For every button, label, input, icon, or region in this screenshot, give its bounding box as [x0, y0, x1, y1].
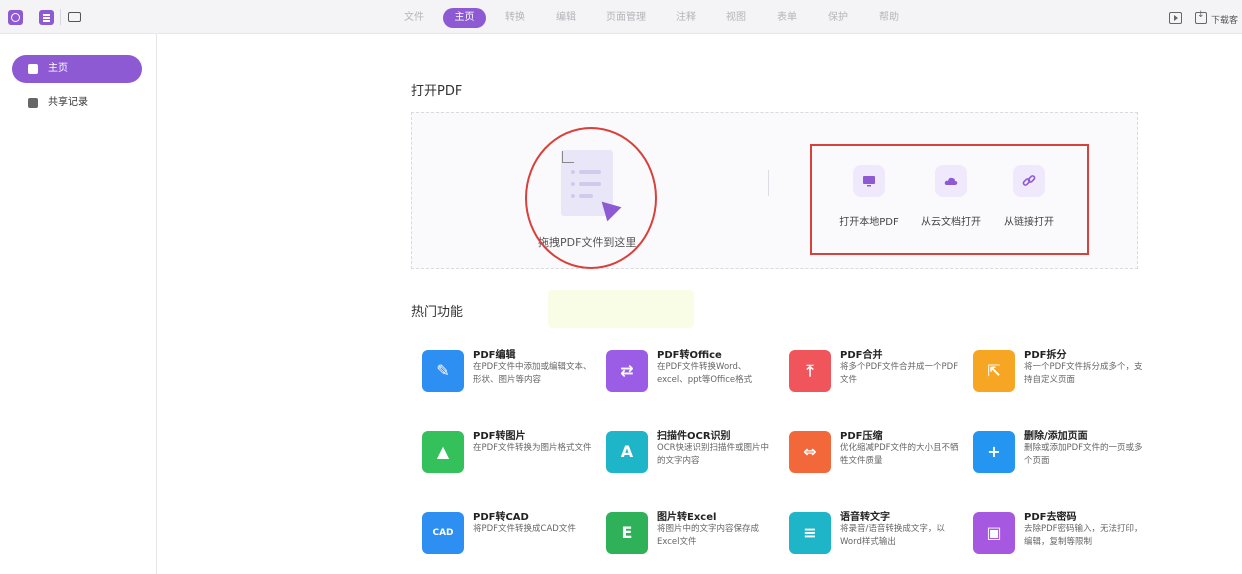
top-bar: 文件 主页 转换 编辑 页面管理 注释 视图 表单 保护 帮助 下载客 [0, 0, 1242, 34]
nav-view[interactable]: 视图 [716, 8, 756, 28]
app-logo-icon[interactable] [8, 10, 23, 25]
nav-convert[interactable]: 转换 [495, 8, 535, 28]
feature-glyph: ✎ [436, 361, 450, 380]
feature-title: PDF转图片 [473, 431, 526, 442]
sidebar: 主页 共享记录 [0, 34, 157, 574]
edit-icon: ✎ [422, 350, 464, 392]
feature-glyph: + [987, 442, 1001, 461]
feature-description: 将图片中的文字内容保存成Excel文件 [657, 524, 760, 547]
feature-title: 语音转文字 [840, 512, 890, 523]
nav-edit[interactable]: 编辑 [546, 8, 586, 28]
feature-glyph: ⤒ [806, 361, 814, 380]
feature-merge[interactable]: ⤒ PDF合并 将多个PDF文件合并成一个PDF文件 [789, 346, 959, 394]
nav-annotate[interactable]: 注释 [666, 8, 706, 28]
image-icon: ▲ [422, 431, 464, 473]
nav-form[interactable]: 表单 [767, 8, 807, 28]
feature-description: 在PDF文件转换Word、excel、ppt等Office格式 [657, 362, 753, 385]
feature-description: 在PDF文件中添加或编辑文本、形状、图片等内容 [473, 362, 592, 385]
feature-description: 在PDF文件转换为图片格式文件 [473, 443, 592, 453]
feature-compress[interactable]: ⇔ PDF压缩 优化缩减PDF文件的大小且不牺牲文件质量 [789, 427, 959, 475]
compress-icon: ⇔ [789, 431, 831, 473]
feature-add-page[interactable]: + 删除/添加页面 删除或添加PDF文件的一页或多个页面 [973, 427, 1143, 475]
feature-unlock[interactable]: ▣ PDF去密码 去除PDF密码输入，无法打印，编辑，复制等限制 [973, 508, 1143, 556]
excel-icon: E [606, 512, 648, 554]
menu-icon[interactable] [39, 10, 54, 25]
feature-edit[interactable]: ✎ PDF编辑 在PDF文件中添加或编辑文本、形状、图片等内容 [422, 346, 592, 394]
sidebar-item-label: 共享记录 [48, 97, 88, 108]
feature-title: PDF编辑 [473, 350, 516, 361]
feature-description: 将录音/语音转换成文字，以Word样式输出 [840, 524, 945, 547]
feature-glyph: A [620, 442, 634, 461]
feature-description: 优化缩减PDF文件的大小且不牺牲文件质量 [840, 443, 959, 466]
sidebar-item-label: 主页 [48, 63, 68, 74]
feature-image[interactable]: ▲ PDF转图片 在PDF文件转换为图片格式文件 [422, 427, 592, 475]
cad-icon: CAD [422, 512, 464, 554]
voice-icon: ≡ [789, 512, 831, 554]
feature-title: 图片转Excel [657, 512, 717, 523]
home-icon [28, 64, 38, 74]
document-icon [28, 98, 38, 108]
feature-description: 去除PDF密码输入，无法打印，编辑，复制等限制 [1024, 524, 1143, 547]
feature-split[interactable]: ⇱ PDF拆分 将一个PDF文件拆分成多个，支持自定义页面 [973, 346, 1143, 394]
split-icon: ⇱ [973, 350, 1015, 392]
sidebar-item-shared[interactable]: 共享记录 [12, 89, 142, 117]
watermark [548, 290, 694, 328]
feature-excel[interactable]: E 图片转Excel 将图片中的文字内容保存成Excel文件 [606, 508, 776, 556]
highlight-circle [525, 127, 657, 269]
play-icon[interactable] [1169, 12, 1182, 24]
drop-zone-divider [768, 170, 769, 196]
nav-protect[interactable]: 保护 [818, 8, 858, 28]
sidebar-item-home[interactable]: 主页 [12, 55, 142, 83]
nav-page-manage[interactable]: 页面管理 [600, 8, 652, 28]
feature-glyph: ▣ [986, 523, 1002, 542]
hot-features-title: 热门功能 [411, 305, 464, 320]
feature-title: PDF拆分 [1024, 350, 1067, 361]
unlock-icon: ▣ [973, 512, 1015, 554]
feature-title: PDF去密码 [1024, 512, 1077, 523]
feature-glyph: E [621, 523, 633, 542]
open-folder-icon[interactable] [68, 12, 81, 22]
add-page-icon: + [973, 431, 1015, 473]
feature-title: PDF转Office [657, 350, 722, 361]
nav-file[interactable]: 文件 [394, 8, 434, 28]
feature-convert[interactable]: ⇄ PDF转Office 在PDF文件转换Word、excel、ppt等Office… [606, 346, 776, 394]
feature-glyph: ▲ [436, 442, 450, 461]
feature-title: PDF转CAD [473, 512, 529, 523]
feature-description: 将一个PDF文件拆分成多个，支持自定义页面 [1024, 362, 1143, 385]
feature-glyph: CAD [432, 528, 454, 538]
feature-cad[interactable]: CAD PDF转CAD 将PDF文件转换成CAD文件 [422, 508, 592, 556]
feature-title: PDF合并 [840, 350, 883, 361]
feature-title: 扫描件OCR识别 [657, 431, 731, 442]
toolbar-divider [60, 9, 61, 25]
feature-glyph: ⇔ [803, 442, 817, 461]
feature-description: 删除或添加PDF文件的一页或多个页面 [1024, 443, 1143, 466]
download-label[interactable]: 下载客 [1211, 13, 1238, 26]
nav-home[interactable]: 主页 [443, 8, 486, 28]
feature-voice[interactable]: ≡ 语音转文字 将录音/语音转换成文字，以Word样式输出 [789, 508, 959, 556]
feature-description: OCR快速识别扫描件或图片中的文字内容 [657, 443, 770, 466]
download-icon[interactable] [1195, 10, 1207, 24]
open-pdf-title: 打开PDF [411, 84, 463, 99]
feature-description: 将PDF文件转换成CAD文件 [473, 524, 576, 534]
feature-glyph: ⇱ [987, 361, 1001, 380]
convert-icon: ⇄ [606, 350, 648, 392]
merge-icon: ⤒ [789, 350, 831, 392]
feature-title: PDF压缩 [840, 431, 883, 442]
nav-help[interactable]: 帮助 [869, 8, 909, 28]
feature-glyph: ⇄ [620, 361, 634, 380]
feature-glyph: ≡ [803, 523, 817, 542]
feature-description: 将多个PDF文件合并成一个PDF文件 [840, 362, 959, 385]
highlight-rectangle [810, 144, 1089, 255]
feature-ocr[interactable]: A 扫描件OCR识别 OCR快速识别扫描件或图片中的文字内容 [606, 427, 776, 475]
ocr-icon: A [606, 431, 648, 473]
feature-title: 删除/添加页面 [1024, 431, 1088, 442]
